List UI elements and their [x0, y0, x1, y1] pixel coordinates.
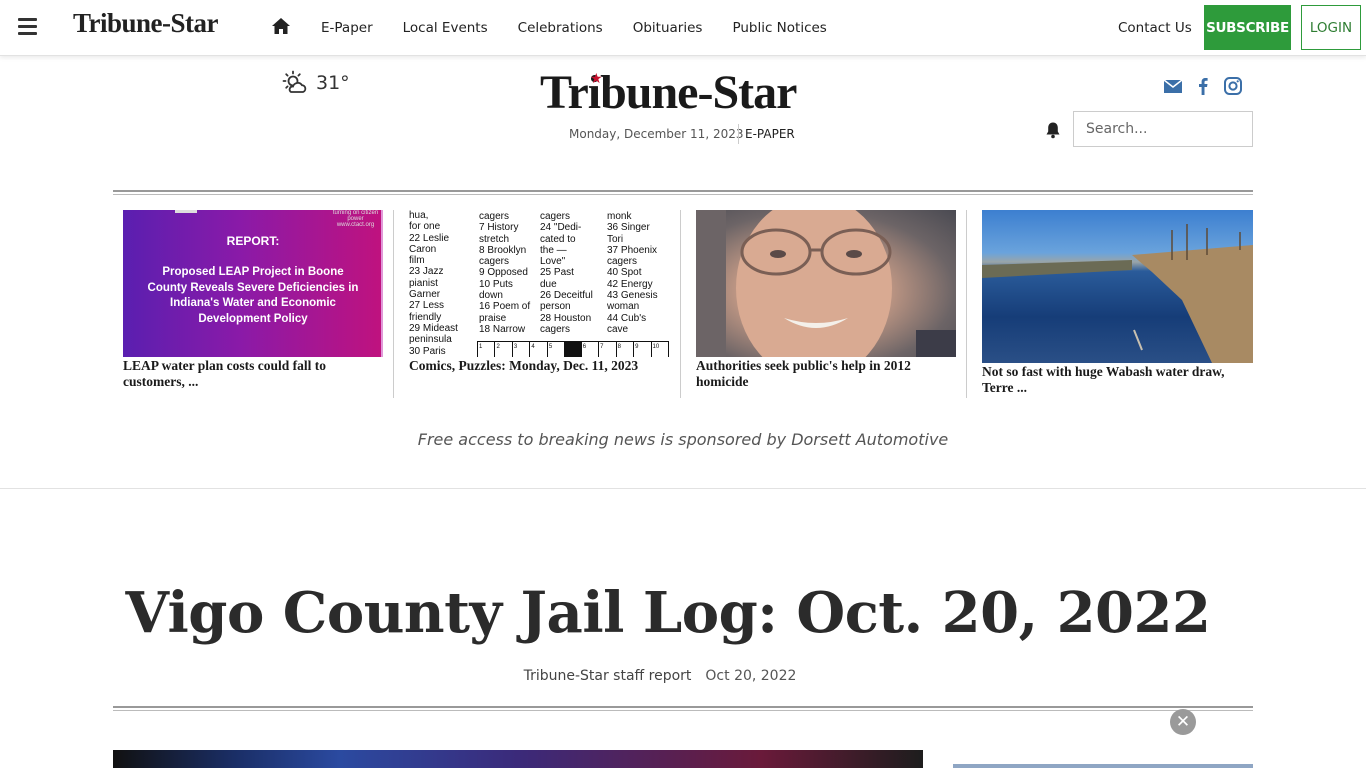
portrait-illustration: [696, 210, 956, 357]
article-byline: Tribune-Star staff report Oct 20, 2022: [0, 668, 1320, 684]
article-title: Vigo County Jail Log: Oct. 20, 2022: [125, 580, 1211, 646]
river-image[interactable]: [982, 210, 1253, 363]
crossword-clues-col3: cagers 24 "Dedi- cated to the — Love" 25 Pa…: [540, 211, 593, 335]
sidebar-ad[interactable]: [953, 764, 1253, 768]
column-divider: [680, 210, 681, 398]
headline-link[interactable]: Authorities seek public's help in 2012 h…: [696, 358, 936, 390]
partly-sunny-icon: [282, 70, 307, 93]
masthead-logo[interactable]: Tribune-Star: [540, 65, 797, 120]
close-icon[interactable]: ✕: [1170, 709, 1196, 735]
contact-us-link[interactable]: Contact Us: [1118, 20, 1192, 36]
section-separator: [0, 488, 1366, 489]
current-date: Monday, December 11, 2023: [569, 127, 744, 141]
crossword-image[interactable]: hua, for one 22 Leslie Caron film 23 Jazz p…: [409, 210, 669, 357]
crossword-clues-col1: hua, for one 22 Leslie Caron film 23 Jazz p…: [409, 210, 458, 357]
crossword-clues-col4: monk 36 Singer Tori 37 Phoenix cagers 40 Sp…: [607, 211, 658, 335]
crossword-clues-col2: cagers 7 History stretch 8 Brooklyn cagers…: [479, 211, 531, 335]
river-illustration: [982, 224, 1253, 363]
sponsor-message: Free access to breaking news is sponsore…: [417, 430, 949, 449]
subscribe-button[interactable]: SUBSCRIBE: [1204, 5, 1291, 50]
logo-star-icon: ★: [590, 70, 603, 86]
portrait-image[interactable]: [696, 210, 956, 357]
top-nav-bar: Tribune-Star E-Paper Local Events Celebr…: [0, 0, 1366, 56]
article-hero-image: [113, 750, 923, 768]
report-heading: REPORT:: [226, 234, 280, 248]
section-rule: [113, 190, 1253, 195]
nav-link-obituaries[interactable]: Obituaries: [633, 20, 703, 36]
nav-link-local-events[interactable]: Local Events: [403, 20, 488, 36]
login-button[interactable]: LOGIN: [1301, 5, 1361, 50]
headline-link[interactable]: Not so fast with huge Wabash water draw,…: [982, 364, 1242, 396]
report-border: [381, 210, 383, 357]
column-divider: [966, 210, 967, 398]
article-rule: [113, 706, 1253, 711]
bell-icon[interactable]: [1044, 121, 1062, 139]
home-icon[interactable]: [271, 17, 291, 35]
dateline-divider: [738, 124, 739, 144]
headline-link[interactable]: LEAP water plan costs could fall to cust…: [123, 358, 363, 390]
article-date: Oct 20, 2022: [705, 668, 797, 684]
weather-widget[interactable]: 31°: [282, 70, 350, 96]
headline-image[interactable]: turning on citizen power www.ctact.org R…: [123, 210, 383, 357]
nav-link-epaper[interactable]: E-Paper: [321, 20, 373, 36]
nav-link-public-notices[interactable]: Public Notices: [732, 20, 826, 36]
instagram-icon[interactable]: [1223, 76, 1243, 96]
temperature: 31°: [316, 72, 350, 94]
search-input[interactable]: [1073, 111, 1253, 147]
article-author[interactable]: Tribune-Star staff report: [524, 668, 692, 684]
report-logo-bar: [175, 210, 197, 213]
hamburger-menu-icon[interactable]: [18, 18, 37, 36]
main-nav: E-Paper Local Events Celebrations Obitua…: [321, 0, 857, 56]
report-body: Proposed LEAP Project in Boone County Re…: [147, 266, 359, 325]
report-url-text: turning on citizen power www.ctact.org: [332, 210, 379, 228]
facebook-icon[interactable]: [1193, 76, 1213, 96]
epaper-link[interactable]: E-PAPER: [745, 127, 795, 141]
envelope-icon[interactable]: [1163, 76, 1183, 96]
crossword-grid-row: 1 2 3 4 5 6 7 8 9 10: [477, 341, 669, 357]
nav-link-celebrations[interactable]: Celebrations: [518, 20, 603, 36]
headline-link[interactable]: Comics, Puzzles: Monday, Dec. 11, 2023: [409, 358, 669, 374]
nav-logo[interactable]: Tribune-Star: [73, 8, 219, 39]
column-divider: [393, 210, 394, 398]
